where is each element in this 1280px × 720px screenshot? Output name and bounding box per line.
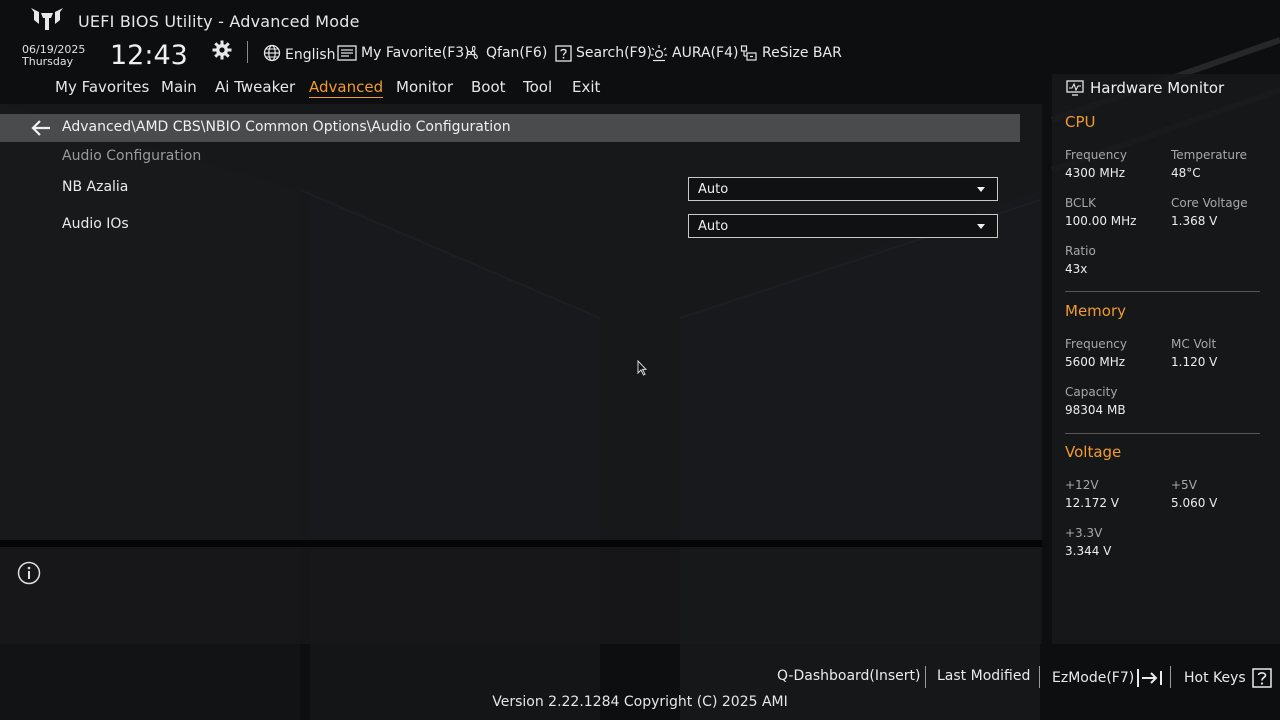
v5-label: +5V (1171, 478, 1197, 492)
hardware-monitor-title: Hardware Monitor (1090, 79, 1225, 97)
chevron-down-icon (977, 224, 985, 229)
language-button[interactable]: English (263, 43, 336, 63)
last-modified-button[interactable]: Last Modified (937, 668, 1030, 684)
tab-advanced[interactable]: Advanced (309, 78, 384, 98)
audio-ios-dropdown[interactable]: Auto (688, 214, 998, 238)
qfan-label: Qfan(F6) (486, 45, 548, 61)
hw-divider (1065, 291, 1260, 292)
my-favorite-button[interactable]: My Favorite(F3) (337, 43, 470, 63)
panel-divider (0, 540, 1042, 547)
memory-frequency-label: Frequency (1065, 337, 1127, 351)
qfan-button[interactable]: Qfan(F6) (464, 43, 547, 63)
date-display[interactable]: 06/19/2025 Thursday (22, 44, 85, 68)
resize-bar-button[interactable]: ReSize BAR (740, 43, 842, 63)
core-voltage-label: Core Voltage (1171, 196, 1248, 210)
tab-boot[interactable]: Boot (471, 78, 506, 96)
day-text: Thursday (22, 55, 74, 68)
audio-ios-label[interactable]: Audio IOs (62, 216, 129, 232)
time-display[interactable]: 12:43 (110, 40, 188, 71)
tuf-logo-icon (31, 8, 63, 30)
tab-my-favorites[interactable]: My Favorites (55, 78, 149, 96)
my-favorite-label: My Favorite(F3) (361, 45, 470, 61)
ratio-value: 43x (1065, 262, 1088, 276)
main-settings-panel (0, 104, 1042, 540)
favorite-list-icon (337, 45, 357, 61)
tab-monitor[interactable]: Monitor (396, 78, 453, 96)
footer-divider (1039, 666, 1040, 688)
back-arrow-icon[interactable] (30, 118, 52, 138)
search-help-icon (555, 44, 572, 62)
monitor-icon (1066, 80, 1084, 96)
version-text: Version 2.22.1284 Copyright (C) 2025 AMI (492, 694, 788, 710)
fan-icon (466, 45, 478, 60)
mouse-cursor-icon (637, 360, 647, 376)
info-icon (17, 561, 41, 585)
memory-frequency-value: 5600 MHz (1065, 355, 1126, 369)
capacity-value: 98304 MB (1065, 403, 1126, 417)
bclk-value: 100.00 MHz (1065, 214, 1137, 228)
nb-azalia-label[interactable]: NB Azalia (62, 179, 128, 195)
app-title: UEFI BIOS Utility - Advanced Mode (78, 12, 360, 31)
mc-volt-label: MC Volt (1171, 337, 1217, 351)
cpu-temperature-label: Temperature (1171, 148, 1248, 162)
core-voltage-value: 1.368 V (1171, 214, 1218, 228)
voltage-section-title: Voltage (1065, 443, 1122, 461)
search-label: Search(F9) (576, 45, 652, 61)
aura-label: AURA(F4) (672, 45, 739, 61)
question-mark-icon (1251, 668, 1272, 688)
hardware-monitor-header: Hardware Monitor (1066, 79, 1224, 97)
gear-icon[interactable] (212, 40, 232, 60)
q-dashboard-button[interactable]: Q-Dashboard(Insert) (777, 668, 921, 684)
v33-label: +3.3V (1065, 526, 1103, 540)
nb-azalia-dropdown[interactable]: Auto (688, 177, 998, 201)
ezmode-label: EzMode(F7) (1052, 670, 1135, 686)
search-button[interactable]: Search(F9) (555, 43, 652, 63)
ezmode-button[interactable]: EzMode(F7) (1052, 668, 1164, 688)
exit-arrow-icon (1137, 669, 1163, 687)
ratio-label: Ratio (1065, 244, 1096, 258)
cpu-temperature-value: 48°C (1171, 166, 1201, 180)
cpu-frequency-label: Frequency (1065, 148, 1127, 162)
tab-ai-tweaker[interactable]: Ai Tweaker (215, 78, 295, 96)
v33-value: 3.344 V (1065, 544, 1112, 558)
v5-value: 5.060 V (1171, 496, 1218, 510)
header-divider (247, 41, 248, 63)
tab-main[interactable]: Main (161, 78, 197, 96)
aura-icon (651, 45, 667, 62)
cpu-section-title: CPU (1065, 113, 1096, 131)
breadcrumb: Advanced\AMD CBS\NBIO Common Options\Aud… (62, 119, 511, 135)
v12-label: +12V (1065, 478, 1099, 492)
resize-bar-label: ReSize BAR (762, 45, 842, 61)
cpu-frequency-value: 4300 MHz (1065, 166, 1126, 180)
globe-icon (263, 44, 281, 62)
tab-tool[interactable]: Tool (523, 78, 552, 96)
hot-keys-button[interactable]: Hot Keys (1184, 668, 1272, 688)
mc-volt-value: 1.120 V (1171, 355, 1218, 369)
hw-divider (1065, 433, 1260, 434)
capacity-label: Capacity (1065, 385, 1118, 399)
language-label: English (285, 47, 336, 63)
audio-ios-value: Auto (698, 218, 729, 234)
footer-divider (925, 666, 926, 688)
v12-value: 12.172 V (1065, 496, 1120, 510)
nb-azalia-value: Auto (698, 181, 729, 197)
section-title: Audio Configuration (62, 148, 202, 164)
tab-exit[interactable]: Exit (572, 78, 600, 96)
chevron-down-icon (977, 187, 985, 192)
memory-section-title: Memory (1065, 302, 1127, 320)
footer-divider (1170, 666, 1171, 688)
help-description-panel (0, 547, 1042, 644)
bclk-label: BCLK (1065, 196, 1096, 210)
aura-button[interactable]: AURA(F4) (650, 43, 738, 63)
hot-keys-label: Hot Keys (1184, 670, 1246, 686)
resize-bar-icon (740, 45, 757, 61)
